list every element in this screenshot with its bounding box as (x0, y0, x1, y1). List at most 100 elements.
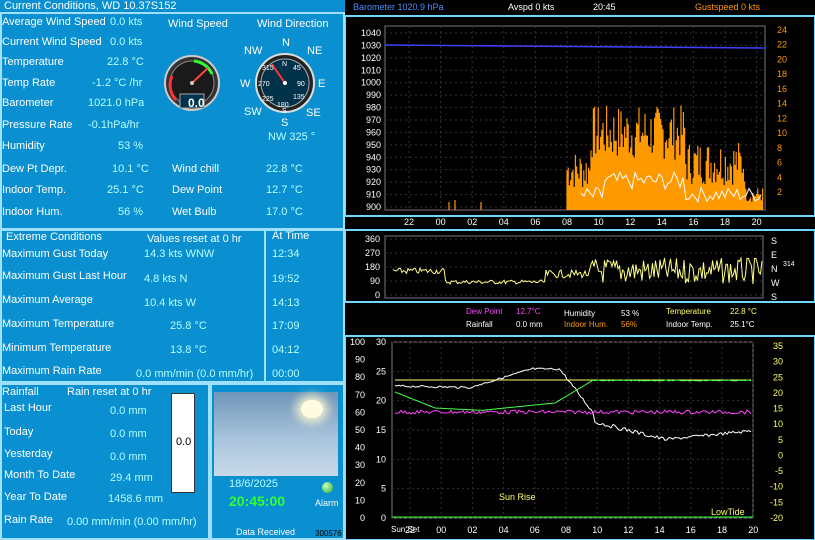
compass-nw: NW (244, 45, 263, 57)
compass-n: N (282, 37, 290, 49)
graph1-right-tick: 14 (777, 99, 787, 109)
graph1-left-tick: 1030 (361, 40, 381, 50)
dial-90: 90 (297, 81, 305, 88)
graph3-left-tick: 15 (376, 425, 386, 435)
at-time-header: At Time (272, 230, 310, 242)
graph3-right-tick: 15 (773, 404, 783, 414)
graph3-indoor-trace (394, 379, 752, 411)
graph3-x-tick: 12 (623, 525, 633, 535)
graph2-right-label: N (771, 264, 778, 274)
indoor-hum-value: 56 % (118, 206, 144, 218)
humidity-value: 53 % (118, 140, 144, 152)
graph1-x-tick: 10 (594, 217, 604, 227)
indoor-temp-value: 25.1 °C (107, 184, 144, 196)
graph1-time-header: 20:45 (593, 2, 616, 12)
status-time: 20:45:00 (229, 493, 286, 509)
graph2-frame (345, 229, 815, 303)
wind-dir-title: Wind Direction (257, 18, 329, 30)
rain-rate-label: Rain Rate (4, 514, 53, 526)
dial-n: N (282, 61, 288, 68)
temp-rate-label: Temp Rate (2, 77, 56, 89)
legend-rainfall-value: 0.0 mm (516, 320, 543, 329)
rain-year-label: Year To Date (4, 491, 67, 503)
graph3-right-tick: 0 (778, 450, 783, 460)
indoor-temp-label: Indoor Temp. (2, 184, 67, 196)
data-received-label: Data Received (236, 527, 296, 537)
graph1-x-tick: 20 (752, 217, 762, 227)
graph3-left-tick: 30 (376, 337, 386, 347)
graph1-left-tick: 900 (366, 202, 381, 212)
graph1-x-tick: 14 (657, 217, 667, 227)
graph2-left-tick: 360 (365, 234, 380, 244)
temp-label: Temperature (2, 56, 64, 68)
graph3-x-tick: 16 (686, 525, 696, 535)
legend-temperature-label: Temperature (666, 307, 711, 316)
graph2-left-tick: 270 (365, 248, 380, 258)
extreme-row-value: 4.8 kts N (144, 273, 188, 285)
windchill-value: 22.8 °C (266, 163, 303, 175)
dial-225: 225 (262, 96, 274, 103)
graph1-right-tick: 12 (777, 113, 787, 123)
avg-wind-label: Average Wind Speed (2, 16, 106, 28)
graph3-x-tick: 06 (530, 525, 540, 535)
graph1-right-tick: 4 (777, 172, 782, 182)
wind-dir-reading: NW 325 ° (268, 131, 316, 143)
windchill-label: Wind chill (172, 163, 220, 175)
graph1-x-tick: 06 (530, 217, 540, 227)
extreme-row-time: 04:12 (272, 344, 300, 356)
sky-image (214, 392, 338, 476)
status-date: 18/6/2025 (229, 478, 278, 490)
baro-label: Barometer (2, 97, 54, 109)
graph3-far-left-tick: 50 (355, 425, 365, 435)
dial-270: 270 (258, 81, 270, 88)
extreme-row-time: 14:13 (272, 297, 300, 309)
temp-value: 22.8 °C (107, 56, 144, 68)
graph3-far-left-tick: 80 (355, 372, 365, 382)
extreme-row-time: 19:52 (272, 273, 300, 285)
compass-se: SE (306, 107, 321, 119)
compass-s: S (281, 117, 289, 129)
graph1-gust-header: Gustspeed 0 kts (695, 2, 761, 12)
graph2-left-tick: 90 (370, 276, 380, 286)
graph3-right-tick: 30 (773, 357, 783, 367)
extreme-row-value: 10.4 kts W (144, 297, 196, 309)
graph1-avspd-header: Avspd 0 kts (508, 2, 555, 12)
dial-135: 135 (293, 94, 305, 101)
graph3-lowtide-label: LowTide (711, 507, 745, 517)
legend-indoor-temp-value: 25.1°C (730, 320, 755, 329)
graph3-right-tick: -5 (775, 466, 783, 476)
graph3-far-left-tick: 70 (355, 390, 365, 400)
extreme-row-time: 12:34 (272, 248, 300, 260)
graph3-dewpoint-trace (394, 409, 752, 415)
dial-45: 45 (293, 65, 301, 72)
graph2-left-tick: 180 (365, 262, 380, 272)
graph3-right-tick: -20 (770, 513, 783, 523)
graph1-x-tick: 02 (467, 217, 477, 227)
graph1-right-tick: 20 (777, 54, 787, 64)
graph1-left-tick: 1040 (361, 28, 381, 38)
graph3-x-tick: 02 (467, 525, 477, 535)
graph1-left-tick: 940 (366, 152, 381, 162)
graph3-right-tick: -15 (770, 497, 783, 507)
sun-icon (301, 400, 323, 418)
graph3-left-tick: 20 (376, 396, 386, 406)
graph2-right-label: S (771, 292, 777, 302)
rain-reset-note: Rain reset at 0 hr (67, 386, 152, 398)
graph3-far-left-tick: 100 (350, 337, 365, 347)
graph1-left-tick: 970 (366, 115, 381, 125)
graph3-far-left-tick: 60 (355, 407, 365, 417)
extreme-row-value: 0.0 mm/min (0.0 mm/hr) (136, 368, 254, 380)
extreme-row-value: 14.3 kts WNW (144, 248, 215, 260)
legend-indoor-hum-value: 56% (621, 320, 637, 329)
extremes-title: Extreme Conditions (6, 231, 102, 243)
legend-dewpoint-value: 12.7°C (516, 307, 541, 316)
graph1-right-tick: 16 (777, 84, 787, 94)
alarm-indicator-icon[interactable] (322, 482, 333, 493)
extreme-row-time: 00:00 (272, 368, 300, 380)
temp-rate-value: -1.2 °C /hr (92, 77, 143, 89)
rain-gauge-value: 0.0 (176, 436, 192, 448)
graph1-left-tick: 930 (366, 165, 381, 175)
graph1-x-tick: 22 (404, 217, 414, 227)
graph2-right-label: S (771, 236, 777, 246)
extreme-row-label: Minimum Temperature (2, 342, 112, 354)
